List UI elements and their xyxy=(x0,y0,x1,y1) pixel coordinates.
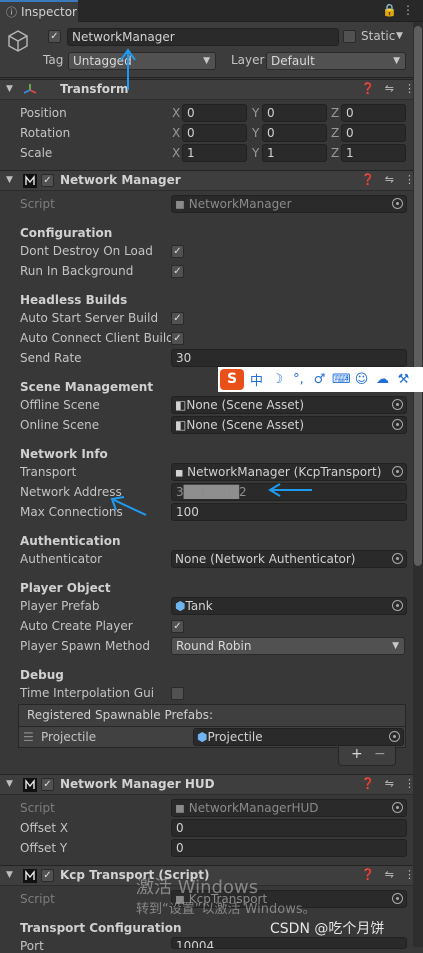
windows-activation-title: 激活 Windows xyxy=(136,877,259,898)
windows-activation-subtitle: 转到“设置”以激活 Windows。 xyxy=(136,902,316,917)
annotation-arrows xyxy=(110,48,312,516)
csdn-watermark: CSDN @吃个月饼 xyxy=(270,921,385,937)
